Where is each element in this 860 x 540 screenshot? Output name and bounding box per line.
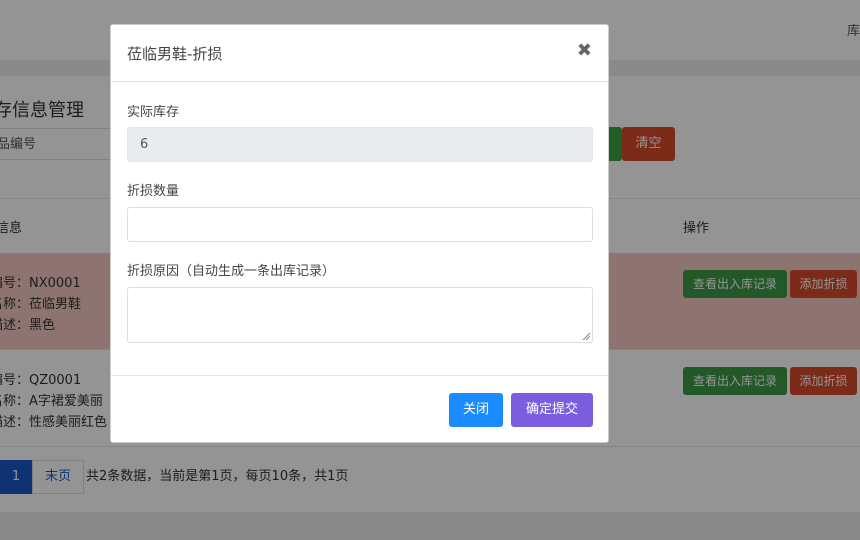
- actual-stock-label: 实际库存: [127, 105, 180, 120]
- resize-grip-icon[interactable]: [582, 332, 590, 340]
- loss-reason-label: 折损原因（自动生成一条出库记录）: [127, 264, 336, 279]
- modal-title: 莅临男鞋-折损: [127, 45, 223, 63]
- close-button[interactable]: 关闭: [449, 393, 503, 427]
- close-icon[interactable]: ✖: [577, 40, 592, 61]
- actual-stock-field: 6: [127, 127, 593, 162]
- loss-reason-textarea[interactable]: [127, 287, 593, 343]
- submit-button[interactable]: 确定提交: [511, 393, 593, 427]
- modal-footer: 关闭 确定提交: [111, 375, 608, 444]
- loss-modal: 莅临男鞋-折损 ✖ 实际库存 6 折损数量 折损原因（自动生成一条出库记录） 关…: [110, 24, 609, 443]
- modal-header: 莅临男鞋-折损 ✖: [111, 25, 608, 82]
- loss-quantity-label: 折损数量: [127, 184, 180, 199]
- loss-quantity-input[interactable]: [127, 207, 593, 242]
